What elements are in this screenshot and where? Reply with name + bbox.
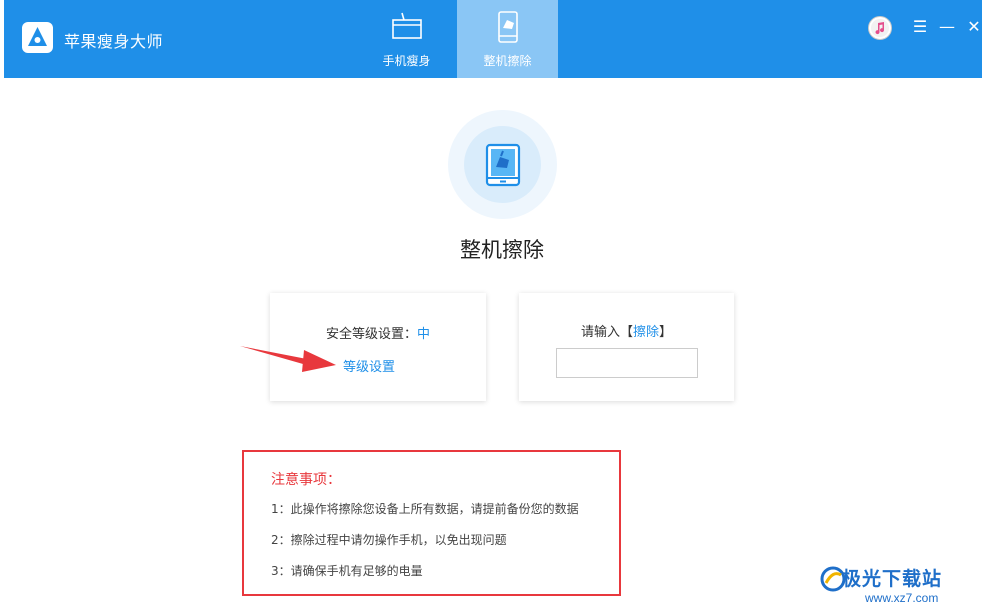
tab-label: 整机擦除: [483, 54, 532, 68]
hero-illustration: [448, 110, 557, 219]
notice-item: 1：此操作将擦除您设备上所有数据，请提前备份您的数据: [271, 502, 579, 516]
itunes-icon[interactable]: [868, 16, 892, 40]
erase-confirm-input[interactable]: [556, 348, 698, 378]
prompt-keyword: 擦除: [632, 325, 659, 340]
watermark-url: www.xz7.com: [865, 591, 939, 605]
prompt-prefix: 请输入【: [580, 325, 633, 340]
watermark-text: 极光下载站: [842, 568, 943, 590]
app-title: 苹果瘦身大师: [64, 32, 164, 51]
security-level-value: 中: [417, 327, 431, 342]
tab-phone-slim[interactable]: 手机瘦身: [356, 0, 457, 78]
phone-erase-icon: [485, 143, 521, 191]
erase-confirm-card: 请输入【擦除】: [519, 293, 734, 401]
annotation-arrow-icon: [240, 340, 336, 378]
notice-title: 注意事项：: [271, 472, 341, 488]
page-title: 整机擦除: [460, 238, 544, 262]
notice-box: 注意事项： 1：此操作将擦除您设备上所有数据，请提前备份您的数据 2：擦除过程中…: [242, 450, 621, 596]
prompt-suffix: 】: [659, 325, 673, 340]
broom-icon: [390, 10, 424, 46]
notice-item: 2：擦除过程中请勿操作手机，以免出现问题: [271, 533, 507, 547]
tab-label: 手机瘦身: [382, 54, 431, 68]
phone-erase-icon: [491, 10, 525, 48]
erase-prompt: 请输入【擦除】: [519, 321, 734, 340]
title-bar: 苹果瘦身大师 手机瘦身 整机擦除 ☰ — ✕: [4, 0, 982, 78]
notice-item: 3：请确保手机有足够的电量: [271, 564, 423, 578]
app-logo-icon: [22, 22, 53, 53]
tab-full-erase[interactable]: 整机擦除: [457, 0, 558, 78]
hero-circle: [464, 126, 541, 203]
security-level-label: 安全等级设置：: [325, 327, 417, 342]
menu-icon[interactable]: ☰: [910, 17, 930, 37]
close-button[interactable]: ✕: [964, 17, 982, 37]
watermark: 极光下载站 www.xz7.com: [820, 560, 980, 610]
minimize-button[interactable]: —: [937, 17, 957, 37]
